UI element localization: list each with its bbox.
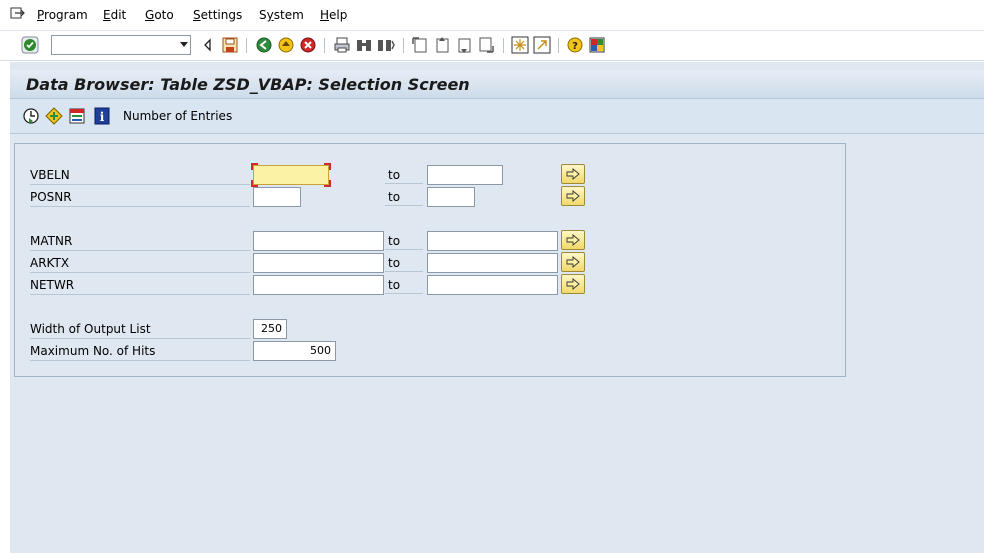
field-label-netwr: NETWR xyxy=(30,276,250,295)
max-hits-input[interactable]: 500 xyxy=(253,341,336,361)
selection-panel: VBELN to POSNR to MATNR to ARKTX to NETW… xyxy=(14,143,846,377)
arrow-right-icon xyxy=(566,168,580,180)
chevron-down-icon[interactable] xyxy=(180,42,188,47)
toolbar-separator xyxy=(558,38,559,53)
field-label-arktx: ARKTX xyxy=(30,254,250,273)
layout-menu-icon[interactable] xyxy=(588,36,606,54)
menu-bar: Program Edit Goto Settings System Help xyxy=(0,0,984,31)
field-label-matnr: MATNR xyxy=(30,232,250,251)
menu-program-rest: rogram xyxy=(44,8,88,22)
netwr-high-input[interactable] xyxy=(427,275,558,295)
to-label: to xyxy=(385,188,423,206)
netwr-low-input[interactable] xyxy=(253,275,384,295)
first-page-icon[interactable] xyxy=(411,36,429,54)
arktx-high-input[interactable] xyxy=(427,253,558,273)
find-icon[interactable] xyxy=(355,36,373,54)
menu-goto-rest: oto xyxy=(154,8,174,22)
selection-options-icon[interactable] xyxy=(45,107,63,125)
screen-area: Data Browser: Table ZSD_VBAP: Selection … xyxy=(10,62,984,553)
arrow-right-icon xyxy=(566,234,580,246)
menu-system-accel: y xyxy=(266,8,274,22)
menu-help-accel: H xyxy=(320,8,330,22)
previous-page-icon[interactable] xyxy=(433,36,451,54)
info-icon[interactable]: i xyxy=(93,107,111,125)
help-icon[interactable]: ? xyxy=(566,36,584,54)
menu-edit[interactable]: Edit xyxy=(103,8,126,22)
menu-settings[interactable]: Settings xyxy=(193,8,242,22)
width-of-output-list-input[interactable]: 250 xyxy=(253,319,287,339)
system-menu-icon[interactable] xyxy=(10,6,26,20)
toolbar-separator xyxy=(246,38,247,53)
print-icon[interactable] xyxy=(333,36,351,54)
shortcut-icon[interactable] xyxy=(533,36,551,54)
arrow-right-icon xyxy=(566,256,580,268)
standard-toolbar: ? xyxy=(0,31,984,61)
back-icon[interactable] xyxy=(255,36,273,54)
exit-icon[interactable] xyxy=(277,36,295,54)
matnr-low-input[interactable] xyxy=(253,231,384,251)
to-label: to xyxy=(385,232,423,250)
left-strip xyxy=(0,62,10,553)
svg-text:?: ? xyxy=(572,41,578,52)
menu-help[interactable]: Help xyxy=(320,8,347,22)
matnr-high-input[interactable] xyxy=(427,231,558,251)
menu-help-rest: elp xyxy=(329,8,348,22)
menu-settings-accel: S xyxy=(193,8,201,22)
toolbar-separator xyxy=(403,38,404,53)
arktx-low-input[interactable] xyxy=(253,253,384,273)
application-toolbar: i Number of Entries xyxy=(10,99,984,134)
arrow-right-icon xyxy=(566,190,580,202)
menu-system-pre: S xyxy=(259,8,267,22)
next-page-icon[interactable] xyxy=(455,36,473,54)
arrow-right-icon xyxy=(566,278,580,290)
posnr-low-input[interactable] xyxy=(253,187,301,207)
field-label-vbeln: VBELN xyxy=(30,166,250,185)
cancel-icon[interactable] xyxy=(299,36,317,54)
toolbar-separator xyxy=(503,38,504,53)
menu-system[interactable]: System xyxy=(259,8,304,22)
menu-program-accel: P xyxy=(37,8,45,22)
to-label: to xyxy=(385,276,423,294)
menu-goto-accel: G xyxy=(145,8,155,22)
to-label: to xyxy=(385,166,423,184)
vbeln-low-input[interactable] xyxy=(253,165,329,185)
vbeln-high-input[interactable] xyxy=(427,165,503,185)
max-hits-label: Maximum No. of Hits xyxy=(30,342,250,361)
vbeln-multiple-selection-button[interactable] xyxy=(561,164,585,184)
vbeln-low-wrapper xyxy=(251,163,331,187)
menu-edit-rest: dit xyxy=(110,8,127,22)
menu-edit-accel: E xyxy=(103,8,111,22)
arktx-multiple-selection-button[interactable] xyxy=(561,252,585,272)
netwr-multiple-selection-button[interactable] xyxy=(561,274,585,294)
posnr-multiple-selection-button[interactable] xyxy=(561,186,585,206)
posnr-high-input[interactable] xyxy=(427,187,475,207)
toolbar-separator xyxy=(324,38,325,53)
back-arrow-icon[interactable] xyxy=(199,36,217,54)
menu-settings-rest: ettings xyxy=(200,8,243,22)
field-label-posnr: POSNR xyxy=(30,188,250,207)
menu-system-rest: stem xyxy=(273,8,304,22)
number-of-entries-button[interactable]: Number of Entries xyxy=(123,109,232,123)
width-of-output-list-label: Width of Output List xyxy=(30,320,250,339)
to-label: to xyxy=(385,254,423,272)
title-bar: Data Browser: Table ZSD_VBAP: Selection … xyxy=(10,70,984,99)
find-next-icon[interactable] xyxy=(377,36,395,54)
page-title: Data Browser: Table ZSD_VBAP: Selection … xyxy=(26,75,470,94)
menu-program[interactable]: Program xyxy=(37,8,88,22)
enter-icon[interactable] xyxy=(21,36,39,54)
matnr-multiple-selection-button[interactable] xyxy=(561,230,585,250)
execute-icon[interactable] xyxy=(22,107,40,125)
command-field[interactable] xyxy=(51,35,191,55)
save-icon[interactable] xyxy=(221,36,239,54)
svg-text:i: i xyxy=(100,110,105,124)
last-page-icon[interactable] xyxy=(477,36,495,54)
create-session-icon[interactable] xyxy=(511,36,529,54)
get-variant-icon[interactable] xyxy=(68,107,86,125)
menu-goto[interactable]: Goto xyxy=(145,8,174,22)
